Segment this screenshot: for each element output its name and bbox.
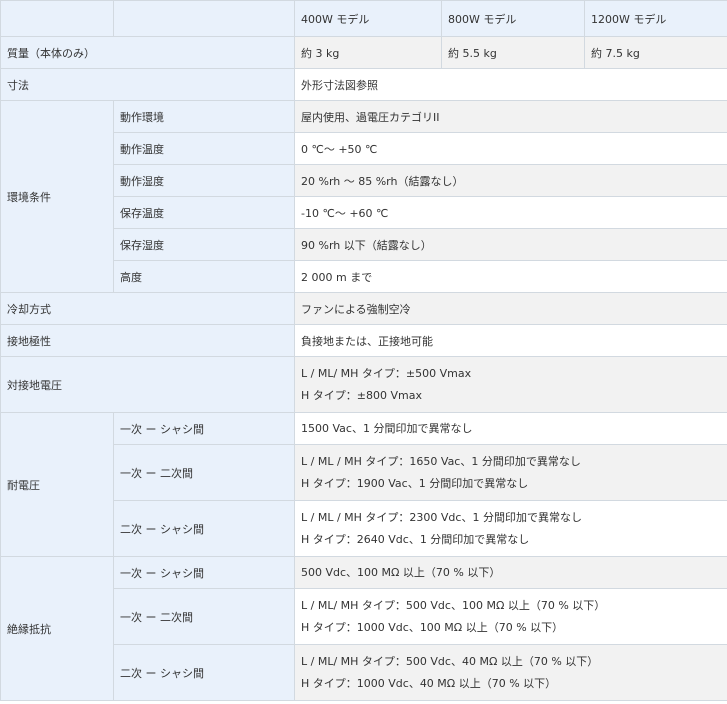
insulation-secondary-chassis-value: L / ML/ MH タイプ：500 Vdc、40 MΩ 以上（70 % 以下）… xyxy=(294,644,727,701)
insulation-primary-secondary-line: H タイプ：1000 Vdc、100 MΩ 以上（70 % 以下） xyxy=(301,620,564,634)
withstand-secondary-chassis-line: H タイプ：2640 Vdc、1 分間印加で異常なし xyxy=(301,532,530,546)
withstand-primary-secondary-value: L / ML / MH タイプ：1650 Vac、1 分間印加で異常なし H タ… xyxy=(294,444,727,501)
header-cell-empty xyxy=(0,0,114,37)
cooling-value: ファンによる強制空冷 xyxy=(294,292,727,325)
mass-1200w-value: 約 7.5 kg xyxy=(584,36,727,69)
operating-humidity-label: 動作湿度 xyxy=(113,164,295,197)
specifications-table: 400W モデル 800W モデル 1200W モデル 質量（本体のみ） 約 3… xyxy=(0,0,727,701)
operating-temperature-value: 0 ℃～ +50 ℃ xyxy=(294,132,727,165)
storage-humidity-label: 保存湿度 xyxy=(113,228,295,261)
mass-label: 質量（本体のみ） xyxy=(0,36,295,69)
withstand-voltage-label: 耐電圧 xyxy=(0,412,114,557)
insulation-primary-chassis-label: 一次 ー シャシ間 xyxy=(113,556,295,589)
withstand-primary-secondary-label: 一次 ー 二次間 xyxy=(113,444,295,501)
grounding-row: 接地極性 負接地または、正接地可能 xyxy=(0,324,727,357)
ground-voltage-line: H タイプ：±800 Vmax xyxy=(301,388,422,402)
storage-temperature-label: 保存温度 xyxy=(113,196,295,229)
cooling-row: 冷却方式 ファンによる強制空冷 xyxy=(0,292,727,325)
insulation-primary-secondary-line: L / ML/ MH タイプ：500 Vdc、100 MΩ 以上（70 % 以下… xyxy=(301,598,606,612)
ground-voltage-value: L / ML/ MH タイプ：±500 Vmax H タイプ：±800 Vmax xyxy=(294,356,727,413)
withstand-primary-chassis-label: 一次 ー シャシ間 xyxy=(113,412,295,445)
storage-humidity-value: 90 %rh 以下（結露なし） xyxy=(294,228,727,261)
insulation-primary-secondary-label: 一次 ー 二次間 xyxy=(113,588,295,645)
ground-voltage-line: L / ML/ MH タイプ：±500 Vmax xyxy=(301,366,472,380)
insulation-secondary-chassis-line: L / ML/ MH タイプ：500 Vdc、40 MΩ 以上（70 % 以下） xyxy=(301,654,599,668)
altitude-value: 2 000 m まで xyxy=(294,260,727,293)
storage-temperature-value: -10 ℃～ +60 ℃ xyxy=(294,196,727,229)
operating-humidity-value: 20 %rh ～ 85 %rh（結露なし） xyxy=(294,164,727,197)
operating-environment-value: 屋内使用、過電圧カテゴリII xyxy=(294,100,727,133)
mass-row: 質量（本体のみ） 約 3 kg 約 5.5 kg 約 7.5 kg xyxy=(0,36,727,69)
grounding-label: 接地極性 xyxy=(0,324,295,357)
mass-400w-value: 約 3 kg xyxy=(294,36,442,69)
dimensions-row: 寸法 外形寸法図参照 xyxy=(0,68,727,101)
cooling-label: 冷却方式 xyxy=(0,292,295,325)
dimensions-label: 寸法 xyxy=(0,68,295,101)
insulation-primary-chassis-line: 500 Vdc、100 MΩ 以上（70 % 以下） xyxy=(301,565,501,579)
dimensions-value: 外形寸法図参照 xyxy=(294,68,727,101)
withstand-primary-secondary-line: H タイプ：1900 Vac、1 分間印加で異常なし xyxy=(301,476,529,490)
withstand-secondary-chassis-line: L / ML / MH タイプ：2300 Vdc、1 分間印加で異常なし xyxy=(301,510,582,524)
operating-environment-label: 動作環境 xyxy=(113,100,295,133)
withstand-primary-chassis-line: 1500 Vac、1 分間印加で異常なし xyxy=(301,421,473,435)
mass-800w-value: 約 5.5 kg xyxy=(441,36,585,69)
header-row: 400W モデル 800W モデル 1200W モデル xyxy=(0,0,727,37)
insulation-resistance-label: 絶縁抵抗 xyxy=(0,556,114,701)
ground-voltage-row: 対接地電圧 L / ML/ MH タイプ：±500 Vmax H タイプ：±80… xyxy=(0,356,727,413)
environment-row: 環境条件 動作環境 屋内使用、過電圧カテゴリII xyxy=(0,100,727,293)
insulation-primary-secondary-value: L / ML/ MH タイプ：500 Vdc、100 MΩ 以上（70 % 以下… xyxy=(294,588,727,645)
insulation-primary-chassis-value: 500 Vdc、100 MΩ 以上（70 % 以下） xyxy=(294,556,727,589)
environment-label: 環境条件 xyxy=(0,100,114,293)
withstand-primary-secondary-line: L / ML / MH タイプ：1650 Vac、1 分間印加で異常なし xyxy=(301,454,581,468)
ground-voltage-label: 対接地電圧 xyxy=(0,356,295,413)
header-800w-model: 800W モデル xyxy=(441,0,585,37)
operating-temperature-label: 動作温度 xyxy=(113,132,295,165)
grounding-value: 負接地または、正接地可能 xyxy=(294,324,727,357)
insulation-row: 絶縁抵抗 一次 ー シャシ間 500 Vdc、100 MΩ 以上（70 % 以下… xyxy=(0,556,727,701)
header-cell-empty xyxy=(113,0,295,37)
withstand-row: 耐電圧 一次 ー シャシ間 1500 Vac、1 分間印加で異常なし xyxy=(0,412,727,557)
withstand-primary-chassis-value: 1500 Vac、1 分間印加で異常なし xyxy=(294,412,727,445)
insulation-secondary-chassis-line: H タイプ：1000 Vdc、40 MΩ 以上（70 % 以下） xyxy=(301,676,557,690)
withstand-secondary-chassis-value: L / ML / MH タイプ：2300 Vdc、1 分間印加で異常なし H タ… xyxy=(294,500,727,557)
withstand-secondary-chassis-label: 二次 ー シャシ間 xyxy=(113,500,295,557)
header-400w-model: 400W モデル xyxy=(294,0,442,37)
insulation-secondary-chassis-label: 二次 ー シャシ間 xyxy=(113,644,295,701)
altitude-label: 高度 xyxy=(113,260,295,293)
header-1200w-model: 1200W モデル xyxy=(584,0,727,37)
